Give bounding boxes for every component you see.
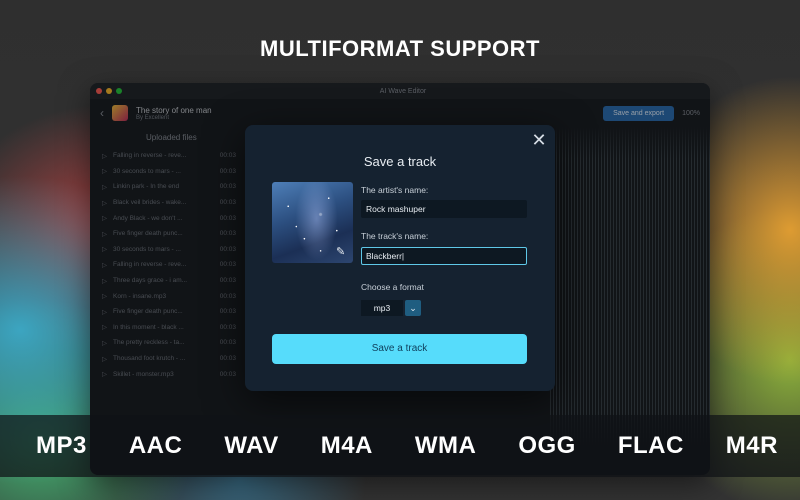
format-select-value[interactable]: mp3: [361, 300, 403, 316]
format-label: Choose a format: [361, 282, 424, 292]
save-track-button[interactable]: Save a track: [272, 334, 527, 364]
track-name-field[interactable]: [361, 247, 527, 265]
edit-icon[interactable]: ✎: [336, 246, 348, 258]
format-item: AAC: [128, 432, 183, 459]
format-item: OGG: [518, 432, 576, 459]
format-item: M4A: [320, 432, 373, 459]
format-item: WAV: [224, 432, 279, 459]
format-item: M4R: [725, 432, 778, 459]
format-item: MP3: [36, 432, 87, 459]
save-track-dialog: ✕ Save a track ✎ The artist's name: The …: [245, 125, 555, 391]
format-select[interactable]: mp3 ⌄: [361, 300, 421, 316]
dialog-title: Save a track: [363, 154, 437, 169]
supported-formats-band: MP3 AAC WAV M4A WMA OGG FLAC M4R: [0, 415, 800, 477]
artist-name-label: The artist's name:: [361, 185, 429, 195]
chevron-down-icon[interactable]: ⌄: [405, 300, 421, 316]
format-item: FLAC: [617, 432, 684, 459]
format-item: WMA: [414, 432, 477, 459]
track-name-label: The track's name:: [361, 231, 429, 241]
headline: MULTIFORMAT SUPPORT: [260, 36, 540, 61]
track-cover-image[interactable]: ✎: [272, 182, 353, 263]
close-icon[interactable]: ✕: [531, 131, 547, 149]
artist-name-field[interactable]: [361, 200, 527, 218]
